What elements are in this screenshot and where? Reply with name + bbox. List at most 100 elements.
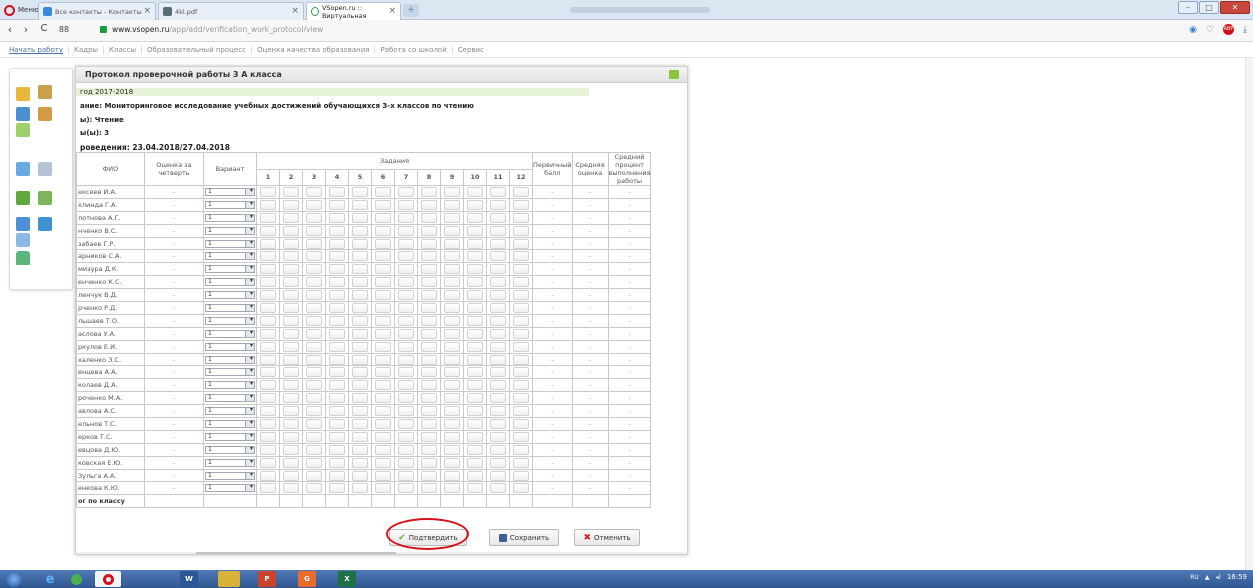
word-icon[interactable]: W	[180, 571, 198, 587]
task-score-input[interactable]	[421, 212, 437, 223]
task-score-input[interactable]	[306, 354, 322, 365]
task-score-input[interactable]	[398, 277, 414, 288]
task-score-input[interactable]	[352, 483, 368, 494]
task-score-input[interactable]	[421, 354, 437, 365]
save-button[interactable]: Сохранить	[489, 529, 559, 546]
variant-select[interactable]: 1	[205, 187, 255, 196]
task-score-input[interactable]	[375, 354, 391, 365]
task-score-input[interactable]	[444, 238, 460, 249]
task-score-input[interactable]	[513, 380, 529, 391]
task-score-input[interactable]	[444, 199, 460, 210]
task-score-input[interactable]	[467, 393, 483, 404]
task-score-input[interactable]	[375, 199, 391, 210]
task-score-input[interactable]	[260, 277, 276, 288]
task-score-input[interactable]	[467, 186, 483, 197]
task-score-input[interactable]	[490, 380, 506, 391]
task-score-input[interactable]	[490, 251, 506, 262]
task-score-input[interactable]	[398, 418, 414, 429]
variant-select[interactable]: 1	[205, 445, 255, 454]
task-score-input[interactable]	[467, 483, 483, 494]
task-score-input[interactable]	[490, 367, 506, 378]
task-score-input[interactable]	[421, 470, 437, 481]
task-score-input[interactable]	[375, 418, 391, 429]
task-score-input[interactable]	[513, 225, 529, 236]
task-score-input[interactable]	[329, 328, 345, 339]
task-score-input[interactable]	[329, 393, 345, 404]
task-score-input[interactable]	[375, 290, 391, 301]
task-score-input[interactable]	[283, 199, 299, 210]
task-score-input[interactable]	[306, 470, 322, 481]
task-score-input[interactable]	[260, 251, 276, 262]
task-score-input[interactable]	[260, 380, 276, 391]
task-score-input[interactable]	[260, 199, 276, 210]
task-score-input[interactable]	[490, 199, 506, 210]
task-score-input[interactable]	[329, 444, 345, 455]
task-score-input[interactable]	[306, 290, 322, 301]
variant-select[interactable]: 1	[205, 265, 255, 274]
task-score-input[interactable]	[421, 328, 437, 339]
task-score-input[interactable]	[398, 238, 414, 249]
task-score-input[interactable]	[513, 341, 529, 352]
task-score-input[interactable]	[444, 470, 460, 481]
task-score-input[interactable]	[306, 199, 322, 210]
task-score-input[interactable]	[375, 470, 391, 481]
task-score-input[interactable]	[467, 238, 483, 249]
task-score-input[interactable]	[375, 393, 391, 404]
bookmark-heart-icon[interactable]: ♡	[1206, 25, 1214, 35]
task-score-input[interactable]	[260, 302, 276, 313]
task-score-input[interactable]	[375, 328, 391, 339]
task-score-input[interactable]	[444, 354, 460, 365]
task-score-input[interactable]	[375, 406, 391, 417]
task-score-input[interactable]	[306, 341, 322, 352]
task-score-input[interactable]	[283, 264, 299, 275]
task-score-input[interactable]	[375, 341, 391, 352]
task-score-input[interactable]	[329, 302, 345, 313]
task-score-input[interactable]	[467, 367, 483, 378]
task-score-input[interactable]	[283, 302, 299, 313]
variant-select[interactable]: 1	[205, 200, 255, 209]
g-app-icon[interactable]: G	[298, 571, 316, 587]
task-score-input[interactable]	[260, 290, 276, 301]
scroll-thumb[interactable]	[196, 552, 396, 554]
variant-select[interactable]: 1	[205, 432, 255, 441]
task-score-input[interactable]	[352, 315, 368, 326]
variant-select[interactable]: 1	[205, 471, 255, 480]
variant-select[interactable]: 1	[205, 484, 255, 493]
task-score-input[interactable]	[490, 444, 506, 455]
maximize-button[interactable]: □	[1199, 1, 1219, 14]
task-score-input[interactable]	[467, 457, 483, 468]
language-indicator[interactable]: RU	[1190, 574, 1199, 581]
task-score-input[interactable]	[467, 290, 483, 301]
task-score-input[interactable]	[444, 457, 460, 468]
dialog-menu-icon[interactable]	[669, 70, 679, 79]
task-score-input[interactable]	[513, 290, 529, 301]
book-icon[interactable]	[16, 191, 30, 205]
download-icon[interactable]: ⤓	[1243, 25, 1247, 35]
close-tab-icon[interactable]: ×	[143, 6, 151, 16]
variant-select[interactable]: 1	[205, 368, 255, 377]
opera-taskbar-icon[interactable]	[95, 571, 121, 587]
task-score-input[interactable]	[513, 457, 529, 468]
task-score-input[interactable]	[375, 302, 391, 313]
menu-service[interactable]: Сервис	[453, 46, 489, 54]
task-score-input[interactable]	[421, 264, 437, 275]
variant-select[interactable]: 1	[205, 419, 255, 428]
task-score-input[interactable]	[375, 380, 391, 391]
task-score-input[interactable]	[352, 328, 368, 339]
close-window-button[interactable]: ✕	[1220, 1, 1250, 14]
task-score-input[interactable]	[283, 431, 299, 442]
task-score-input[interactable]	[444, 315, 460, 326]
task-score-input[interactable]	[421, 186, 437, 197]
task-score-input[interactable]	[283, 367, 299, 378]
task-score-input[interactable]	[352, 431, 368, 442]
task-score-input[interactable]	[398, 328, 414, 339]
home-icon[interactable]	[16, 251, 30, 265]
journal-icon[interactable]	[38, 162, 52, 176]
task-score-input[interactable]	[352, 251, 368, 262]
task-score-input[interactable]	[490, 393, 506, 404]
task-score-input[interactable]	[375, 251, 391, 262]
tab-contacts[interactable]: Все контакты - Контакты ×	[38, 2, 156, 20]
reload-button[interactable]: C	[38, 23, 50, 34]
task-score-input[interactable]	[467, 302, 483, 313]
task-score-input[interactable]	[306, 251, 322, 262]
